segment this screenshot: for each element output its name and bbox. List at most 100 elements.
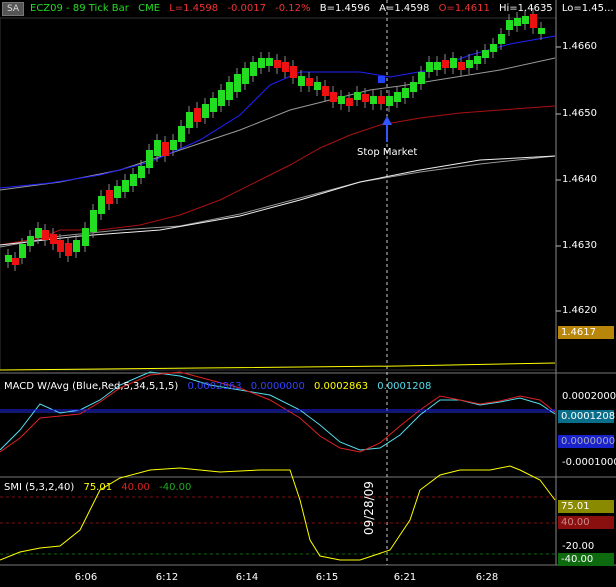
time-tick: 6:06	[74, 572, 98, 583]
time-tick: 6:28	[475, 572, 499, 583]
ask-price: A=1.4598	[379, 3, 430, 14]
candle-body	[226, 82, 233, 100]
candle-body	[170, 140, 177, 150]
smi-value-2: 40.00	[121, 482, 150, 493]
candle-body	[258, 58, 265, 68]
candle-body	[82, 228, 89, 246]
candle-body	[130, 174, 137, 186]
candle-body	[314, 82, 321, 90]
candle-body	[522, 16, 529, 24]
candle-body	[218, 90, 225, 106]
candle-body	[19, 244, 26, 258]
time-tick: 6:14	[235, 572, 259, 583]
ma-gray-line	[0, 57, 556, 191]
candle-body	[35, 228, 42, 238]
price-tick: 1.4650	[562, 108, 597, 119]
candle-body	[274, 60, 281, 68]
candle-body	[402, 88, 409, 98]
exchange-label: CME	[138, 3, 161, 14]
smi-value-1: 75.01	[83, 482, 113, 493]
price-tick: 1.4660	[562, 41, 597, 52]
macd-blue-box: 0.0000000	[558, 435, 615, 448]
candle-body	[106, 190, 113, 204]
macd-cyan-box: 0.0001208	[558, 410, 615, 423]
candle-body	[186, 112, 193, 128]
candle-body	[146, 150, 153, 168]
candle-body	[154, 140, 161, 156]
candle-body	[474, 56, 481, 64]
candle-body	[50, 234, 57, 244]
time-tick: 6:21	[393, 572, 417, 583]
candle-body	[362, 94, 369, 102]
smi-value-3: -40.00	[159, 482, 192, 493]
macd-value-3: 0.0002863	[314, 381, 369, 392]
candle-body	[250, 62, 257, 76]
candle-body	[530, 14, 537, 28]
candle-body	[306, 78, 313, 86]
candle-body	[202, 104, 209, 118]
bid-price: B=1.4596	[319, 3, 370, 14]
candle-body	[482, 50, 489, 58]
candle-body	[330, 92, 337, 102]
smi-red-box: 40.00	[558, 516, 614, 529]
macd-value-4: 0.0001208	[377, 381, 432, 392]
candle-body	[538, 28, 545, 34]
macd-tick: 0.0002000	[562, 391, 616, 402]
candle-body	[338, 96, 345, 104]
candle-body	[282, 62, 289, 72]
candle-body	[12, 258, 19, 265]
macd-tick: -0.0001000	[562, 457, 616, 468]
price-tick: 1.4620	[562, 305, 597, 316]
candle-body	[498, 34, 505, 44]
candle-body	[466, 60, 473, 68]
candle-body	[266, 58, 273, 66]
smi-yellow-box: 75.01	[558, 500, 614, 513]
candle-body	[210, 98, 217, 112]
candle-body	[290, 66, 297, 78]
candle-body	[57, 240, 64, 252]
candle-body	[138, 166, 145, 178]
stop-arrow-head	[382, 116, 392, 125]
pct-change: -0.12%	[275, 3, 311, 14]
macd-title-row: MACD W/Avg (Blue,Red,5,34,5,1,5) 0.00028…	[4, 381, 437, 392]
candle-body	[450, 58, 457, 68]
last-price: L=1.4598	[169, 3, 219, 14]
candle-body	[90, 210, 97, 232]
candle-body	[394, 92, 401, 102]
open-price: O=1.4611	[438, 3, 490, 14]
stop-market-label[interactable]: Stop Market	[357, 147, 417, 158]
candle-body	[354, 92, 361, 100]
price-header: ECZ09 - 89 Tick Bar CME L=1.4598 -0.0017…	[30, 3, 616, 14]
candle-body	[370, 96, 377, 104]
candle-body	[5, 255, 12, 262]
macd-value-1: 0.0002863	[187, 381, 242, 392]
price-tick: 1.4640	[562, 174, 597, 185]
price-tick: 1.4630	[562, 240, 597, 251]
smi-green-box: -40.00	[558, 553, 614, 566]
candle-body	[322, 86, 329, 96]
macd-title: MACD W/Avg (Blue,Red,5,34,5,1,5)	[4, 381, 179, 392]
candle-body	[514, 18, 521, 26]
candle-body	[162, 142, 169, 156]
chart-canvas[interactable]	[0, 0, 616, 587]
candle-body	[65, 243, 72, 256]
candle-body	[122, 180, 129, 192]
candle-body	[73, 240, 80, 252]
symbol-label: ECZ09 - 89 Tick Bar	[30, 3, 129, 14]
candle-body	[434, 62, 441, 70]
candle-body	[378, 96, 385, 104]
net-change: -0.0017	[227, 3, 266, 14]
candle-body	[27, 236, 34, 246]
candle-body	[442, 60, 449, 68]
smi-line	[0, 465, 556, 561]
smi-title-row: SMI (5,3,2,40) 75.01 40.00 -40.00	[4, 482, 197, 493]
yellow-line	[0, 362, 556, 371]
candle-body	[298, 76, 305, 86]
symbol-badge[interactable]: SA	[2, 2, 24, 16]
current-price-box: 1.4617	[558, 326, 614, 339]
candle-body	[458, 62, 465, 70]
candle-body	[42, 230, 49, 240]
candle-body	[234, 74, 241, 92]
candle-body	[386, 96, 393, 106]
smi-tick: -20.00	[562, 541, 595, 552]
